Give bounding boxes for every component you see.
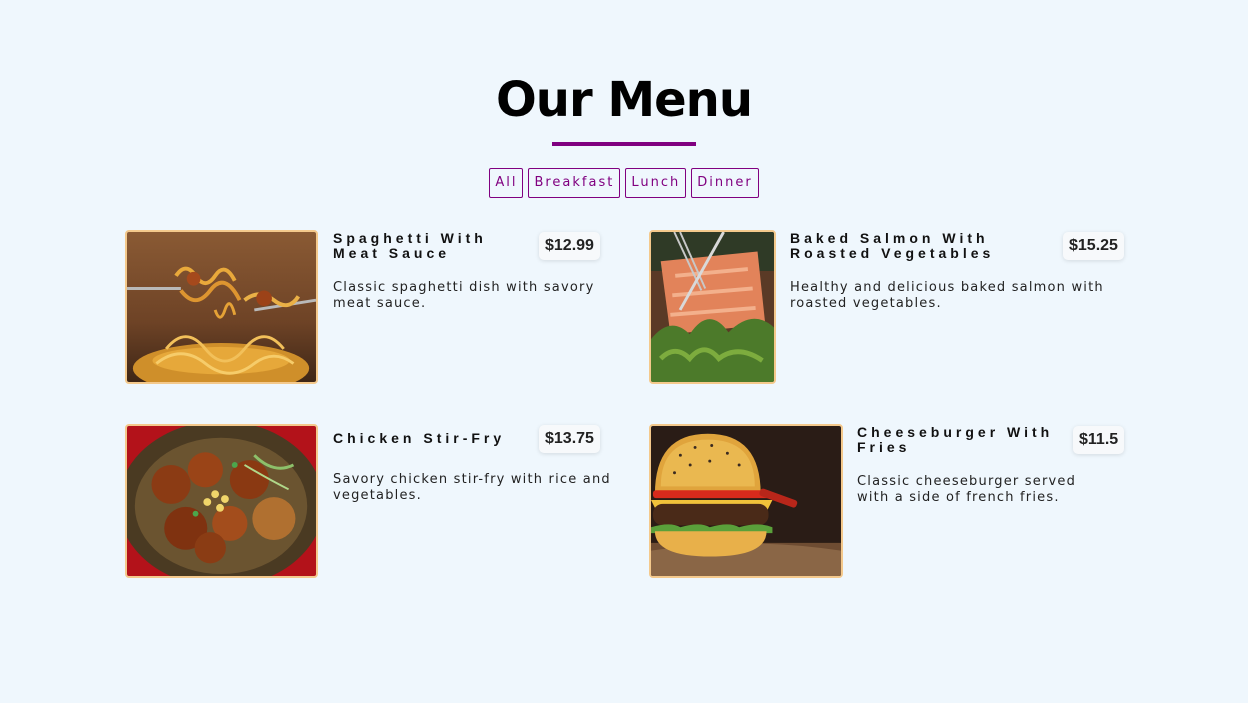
- menu-item-name: Chicken Stir-Fry: [333, 430, 506, 446]
- menu-item-description: Healthy and delicious baked salmon with …: [790, 280, 1104, 311]
- menu-item-price: $11.5: [1073, 426, 1125, 454]
- menu-item-price: $13.75: [539, 425, 600, 453]
- menu-item-name: Cheeseburger With Fries: [857, 424, 1054, 455]
- menu-item-description: Classic spaghetti dish with savory meat …: [333, 280, 595, 311]
- filter-dinner-button[interactable]: Dinner: [691, 168, 759, 198]
- page-title: Our Menu: [495, 72, 753, 128]
- menu-item-price: $12.99: [539, 232, 600, 260]
- filter-all-button[interactable]: All: [489, 168, 524, 198]
- cheeseburger-photo: [649, 424, 843, 578]
- filter-lunch-button[interactable]: Lunch: [625, 168, 687, 198]
- menu-item-name: Spaghetti With Meat Sauce: [333, 230, 487, 261]
- filter-breakfast-button[interactable]: Breakfast: [528, 168, 621, 198]
- title-underline: [552, 142, 696, 146]
- salmon-photo: [649, 230, 776, 384]
- chicken-stir-fry-photo: [125, 424, 318, 578]
- category-filter-bar: All Breakfast Lunch Dinner: [0, 168, 1248, 198]
- menu-item-name: Baked Salmon With Roasted Vegetables: [790, 230, 995, 261]
- menu-item-description: Savory chicken stir-fry with rice and ve…: [333, 472, 611, 503]
- menu-item-price: $15.25: [1063, 232, 1124, 260]
- menu-item-description: Classic cheeseburger served with a side …: [857, 474, 1077, 505]
- spaghetti-photo: [125, 230, 318, 384]
